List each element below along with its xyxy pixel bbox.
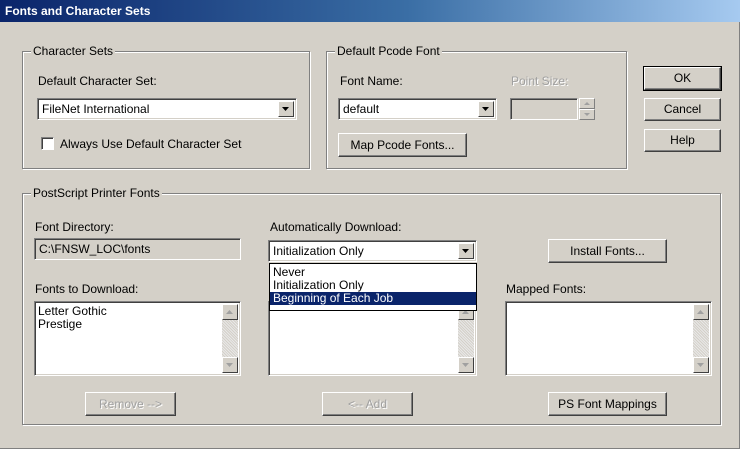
arrow-up-icon (579, 98, 595, 109)
dialog-window: Fonts and Character Sets Character Sets … (0, 0, 740, 449)
title-bar[interactable]: Fonts and Character Sets (0, 0, 740, 22)
always-use-default-label: Always Use Default Character Set (60, 137, 242, 151)
mapped-fonts-list[interactable] (505, 301, 712, 376)
auto-download-label: Automatically Download: (270, 220, 402, 234)
default-character-set-dropdown[interactable]: FileNet International (37, 98, 297, 120)
point-size-input (510, 98, 578, 120)
option-beginning-of-each-job[interactable]: Beginning of Each Job (270, 292, 476, 305)
font-name-value: default (343, 102, 380, 116)
font-name-dropdown[interactable]: default (338, 98, 497, 120)
chevron-down-icon[interactable] (478, 101, 494, 117)
list-item[interactable]: Prestige (38, 318, 82, 331)
add-button[interactable]: <-- Add (322, 392, 413, 416)
default-character-set-value: FileNet International (42, 102, 150, 116)
mapped-fonts-scrollbar[interactable] (693, 304, 709, 373)
always-use-default-checkbox[interactable] (41, 137, 54, 150)
chevron-down-icon[interactable] (458, 243, 474, 259)
font-name-label: Font Name: (340, 74, 403, 88)
available-fonts-scrollbar[interactable] (458, 304, 474, 373)
arrow-up-icon[interactable] (222, 304, 238, 320)
fonts-to-download-scrollbar[interactable] (222, 304, 238, 373)
auto-download-options-popup: Never Initialization Only Beginning of E… (269, 263, 477, 311)
font-directory-label: Font Directory: (35, 220, 114, 234)
font-directory-value: C:\FNSW_LOC\fonts (39, 242, 151, 256)
point-size-spinner (579, 98, 595, 120)
install-fonts-button[interactable]: Install Fonts... (548, 239, 667, 263)
mapped-fonts-label: Mapped Fonts: (506, 282, 587, 296)
arrow-down-icon[interactable] (222, 357, 238, 373)
cancel-button[interactable]: Cancel (644, 98, 721, 121)
pcode-font-legend: Default Pcode Font (335, 44, 442, 58)
arrow-down-icon (579, 109, 595, 120)
arrow-down-icon[interactable] (693, 357, 709, 373)
arrow-up-icon[interactable] (693, 304, 709, 320)
window-title: Fonts and Character Sets (5, 4, 151, 18)
font-directory-field: C:\FNSW_LOC\fonts (34, 238, 241, 260)
character-sets-legend: Character Sets (31, 44, 116, 58)
map-pcode-fonts-button[interactable]: Map Pcode Fonts... (338, 133, 467, 157)
postscript-fonts-legend: PostScript Printer Fonts (31, 186, 162, 200)
arrow-down-icon[interactable] (458, 357, 474, 373)
ok-button[interactable]: OK (643, 66, 722, 91)
fonts-to-download-label: Fonts to Download: (35, 282, 139, 296)
fonts-to-download-list[interactable]: Letter Gothic Prestige (34, 301, 241, 376)
point-size-label: Point Size: (511, 74, 569, 88)
auto-download-value: Initialization Only (273, 244, 364, 258)
chevron-down-icon[interactable] (278, 101, 294, 117)
remove-button[interactable]: Remove --> (85, 392, 176, 416)
available-fonts-list[interactable] (268, 301, 477, 376)
ps-font-mappings-button[interactable]: PS Font Mappings (548, 392, 667, 416)
auto-download-dropdown[interactable]: Initialization Only (268, 240, 477, 262)
help-button[interactable]: Help (644, 129, 721, 152)
default-character-set-label: Default Character Set: (38, 74, 157, 88)
